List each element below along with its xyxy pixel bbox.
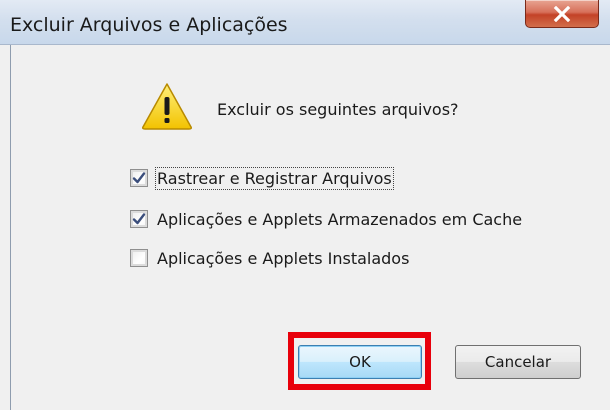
warning-icon [140,81,194,135]
option-rastrear-registrar[interactable]: Rastrear e Registrar Arquivos [130,166,394,190]
cancel-button[interactable]: Cancelar [455,345,581,379]
close-button[interactable] [525,0,599,28]
checkmark-icon [132,172,146,184]
option-cache[interactable]: Aplicações e Applets Armazenados em Cach… [130,208,522,230]
confirmation-question: Excluir os seguintes arquivos? [217,100,459,119]
checkbox-checked[interactable] [130,210,148,228]
close-x-icon [553,5,571,22]
option-instalados[interactable]: Aplicações e Applets Instalados [130,247,409,269]
option-label: Rastrear e Registrar Arquivos [155,166,394,190]
title-bar[interactable]: Excluir Arquivos e Aplicações [0,0,610,45]
option-label: Aplicações e Applets Armazenados em Cach… [157,209,523,229]
checkbox-unchecked[interactable] [130,249,148,267]
option-label: Aplicações e Applets Instalados [157,248,410,268]
checkmark-icon [132,213,146,225]
ok-button[interactable]: OK [298,345,422,379]
window-title: Excluir Arquivos e Aplicações [10,14,288,36]
checkbox-checked[interactable] [130,169,148,187]
